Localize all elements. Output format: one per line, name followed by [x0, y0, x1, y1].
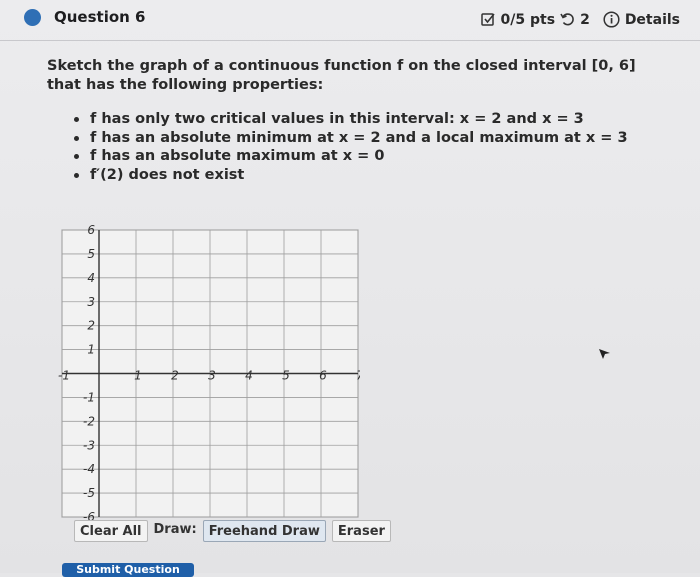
draw-label: Draw: [153, 522, 197, 537]
x-tick-label: 7 [356, 369, 360, 383]
y-tick-label: -2 [83, 414, 95, 428]
list-item: f′(2) does not exist [72, 166, 628, 185]
status-dot [24, 9, 41, 26]
question-page: Question 6 0/5 pts 2 Details Sketch the … [0, 0, 700, 577]
mouse-cursor-icon [599, 349, 610, 359]
x-tick-label: 4 [245, 369, 253, 383]
y-tick-label: 4 [87, 271, 95, 285]
y-tick-label: 3 [87, 295, 95, 309]
x-tick-label: -1 [58, 369, 70, 383]
question-title: Question 6 [54, 8, 146, 26]
question-meta: 0/5 pts 2 Details [480, 11, 680, 28]
x-tick-label: 5 [282, 369, 290, 383]
y-tick-label: -5 [83, 486, 95, 500]
y-tick-label: -6 [83, 510, 95, 520]
question-header: Question 6 0/5 pts 2 Details [0, 0, 700, 41]
x-tick-label: 3 [208, 369, 216, 383]
x-tick-label: 2 [171, 369, 179, 383]
list-item: f has an absolute minimum at x = 2 and a… [72, 129, 628, 148]
y-tick-label: 5 [87, 247, 95, 261]
attempts-count: 2 [580, 11, 590, 28]
list-item: f has an absolute maximum at x = 0 [72, 147, 628, 166]
freehand-draw-button[interactable]: Freehand Draw [202, 520, 326, 542]
y-tick-label: 6 [87, 225, 95, 237]
list-item: f has only two critical values in this i… [72, 110, 628, 129]
x-tick-label: 1 [134, 369, 142, 383]
graph-canvas[interactable]: -1 1 2 3 4 5 6 7 6 5 4 3 2 1 -1 -2 -3 -4 -5 -6 [55, 225, 360, 520]
y-tick-label: -1 [83, 390, 95, 404]
y-tick-label: 1 [87, 343, 95, 357]
retry-icon[interactable] [560, 12, 575, 27]
x-tick-label: 6 [319, 369, 327, 383]
checkbox-edit-icon [480, 12, 496, 27]
score-text: 0/5 pts [500, 11, 556, 28]
y-tick-label: -3 [83, 438, 95, 452]
clear-all-button[interactable]: Clear All [74, 520, 148, 542]
y-tick-label: -4 [83, 462, 95, 476]
draw-toolbar: Clear All Draw: Freehand Draw Eraser [74, 520, 391, 542]
property-list: f has only two critical values in this i… [72, 110, 628, 184]
info-icon[interactable] [603, 11, 620, 28]
eraser-button[interactable]: Eraser [331, 520, 391, 542]
details-link[interactable]: Details [625, 12, 680, 28]
submit-question-button[interactable]: Submit Question [62, 563, 194, 577]
question-prompt: Sketch the graph of a continuous functio… [47, 58, 636, 93]
y-tick-label: 2 [87, 319, 95, 333]
